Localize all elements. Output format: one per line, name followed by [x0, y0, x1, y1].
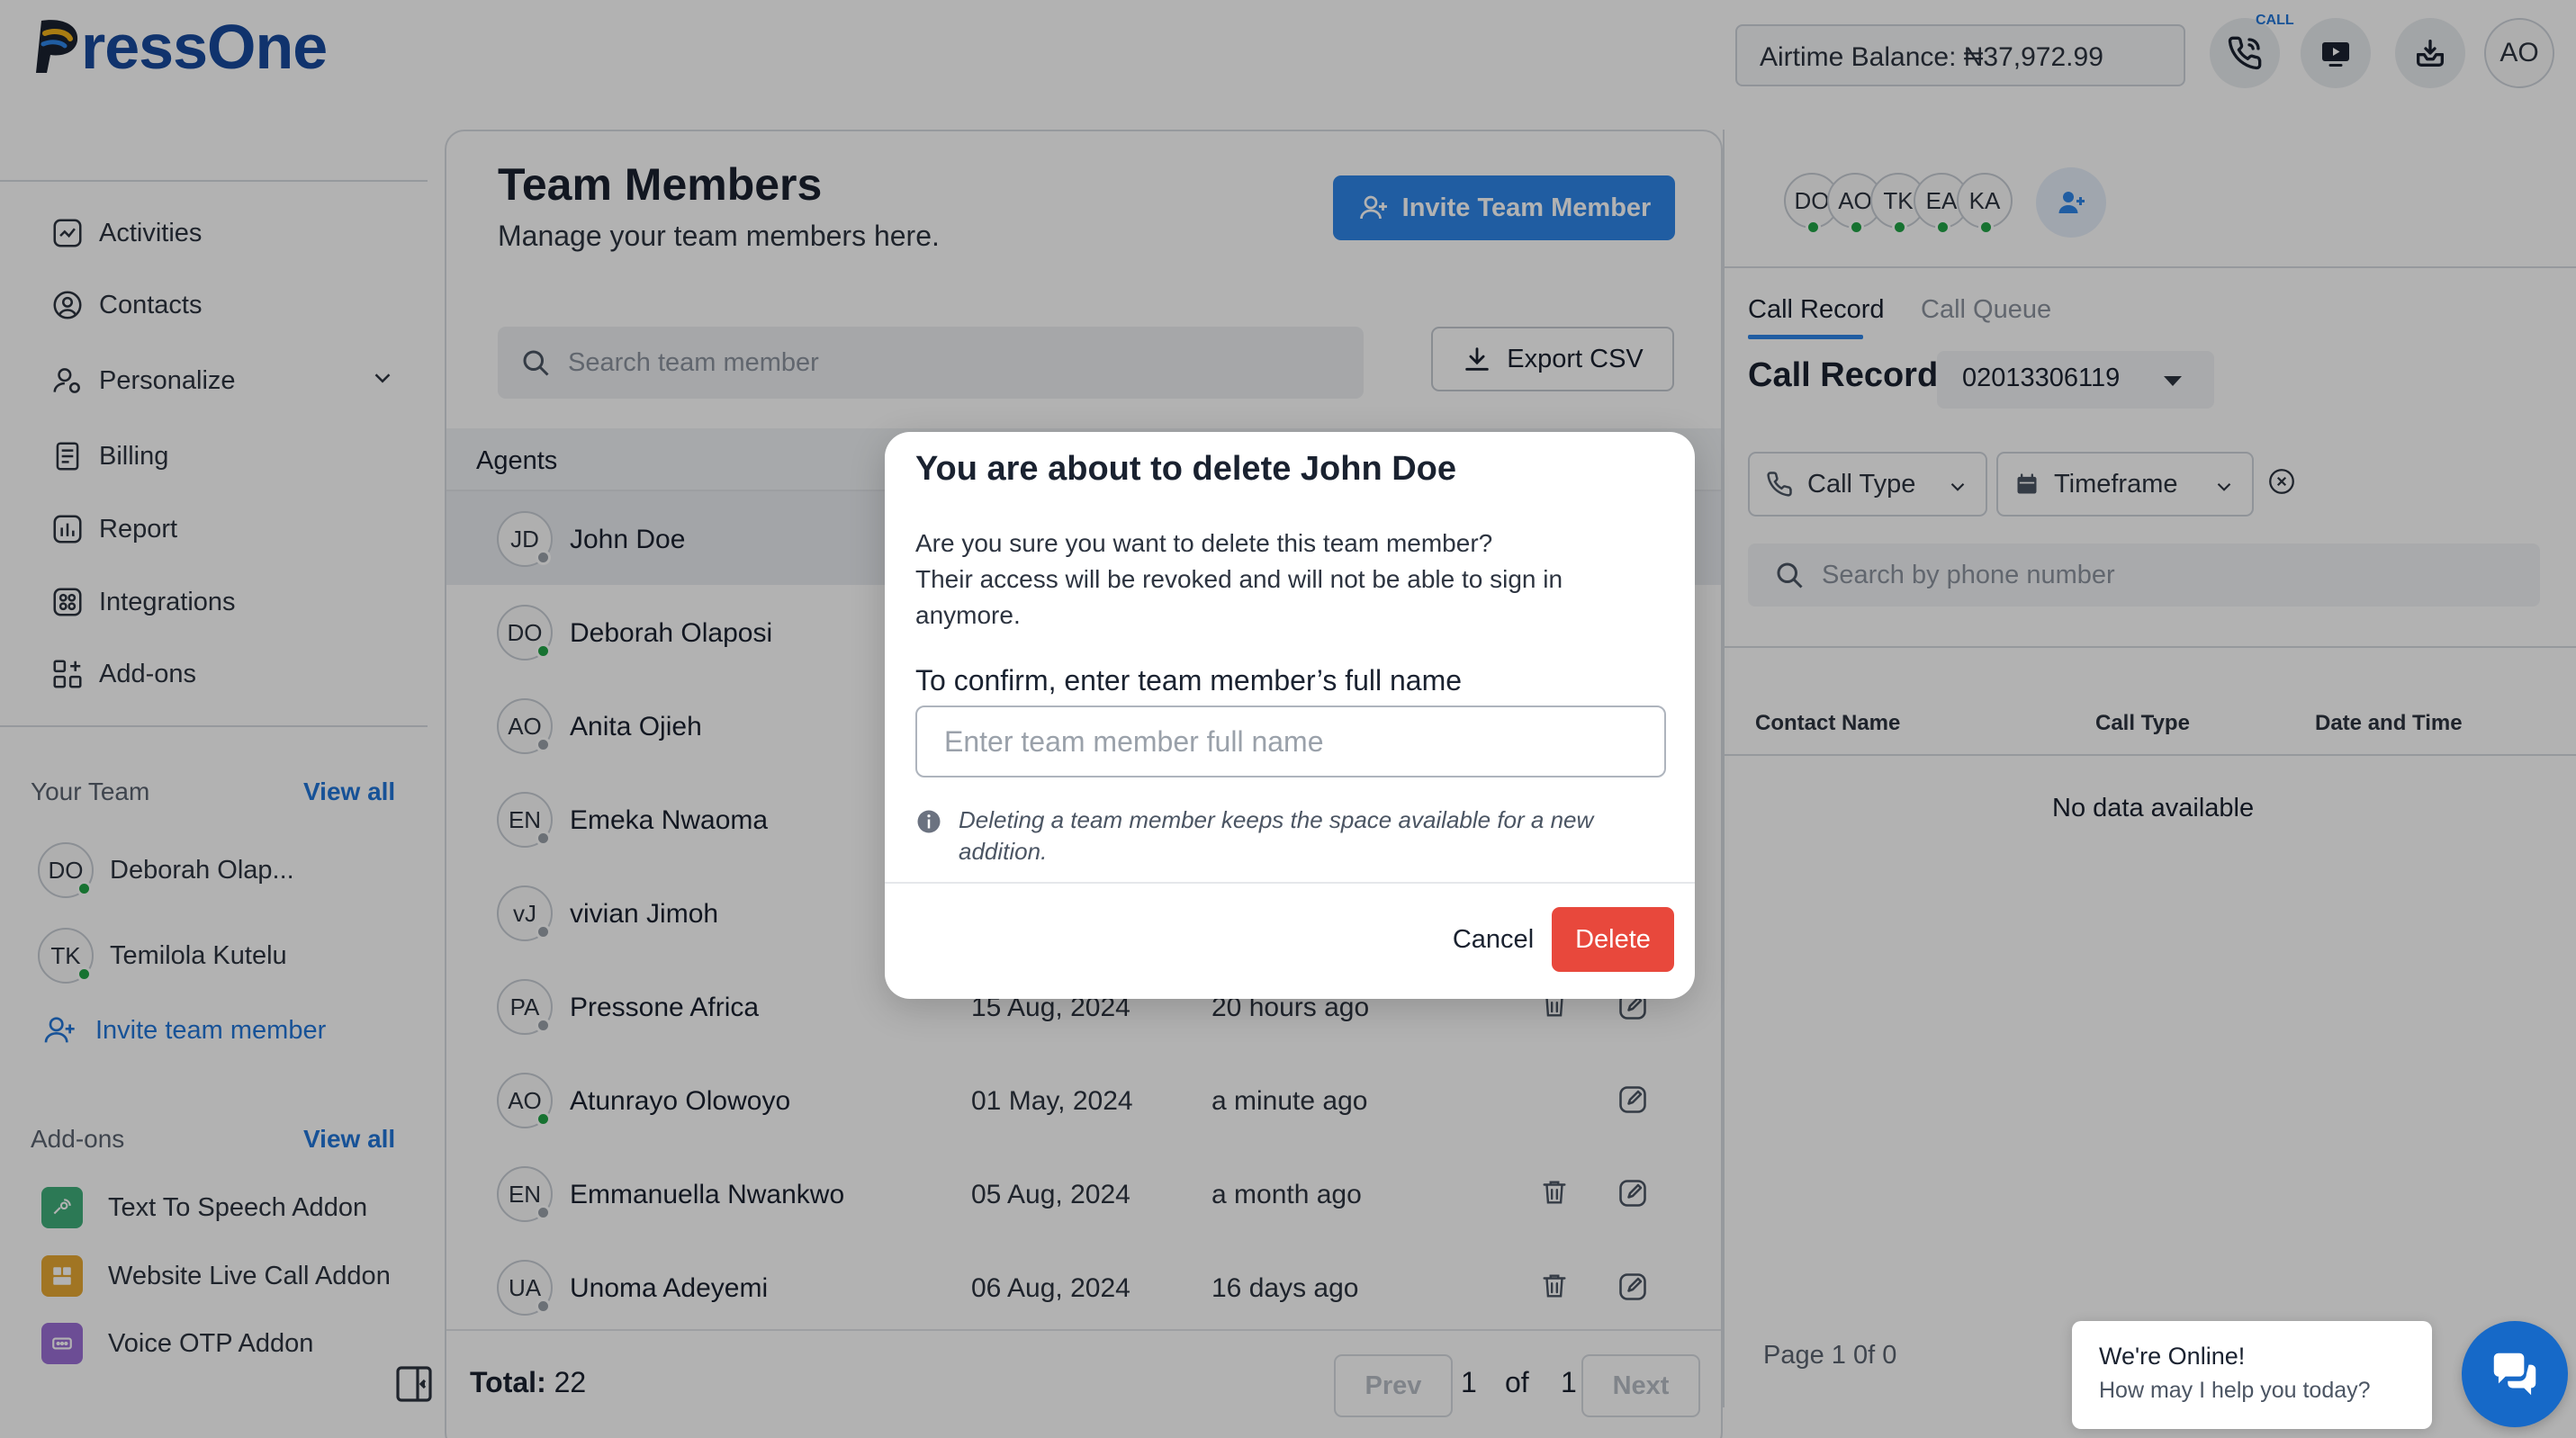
- dialog-message: Are you sure you want to delete this tea…: [915, 526, 1662, 634]
- chat-subtitle: How may I help you today?: [2099, 1378, 2371, 1403]
- dialog-message-line: Their access will be revoked and will no…: [915, 565, 1563, 629]
- info-icon: [917, 810, 941, 833]
- chat-title: We're Online!: [2099, 1343, 2246, 1370]
- confirm-name-input[interactable]: [915, 706, 1666, 777]
- confirm-name-label: To confirm, enter team member’s full nam…: [915, 664, 1463, 697]
- dialog-title: You are about to delete John Doe: [915, 450, 1457, 488]
- dialog-divider: [885, 882, 1695, 884]
- dialog-note: Deleting a team member keeps the space a…: [915, 804, 1662, 867]
- delete-button[interactable]: Delete: [1552, 907, 1674, 972]
- cancel-button[interactable]: Cancel: [1430, 907, 1556, 972]
- chat-launcher-button[interactable]: [2462, 1321, 2568, 1427]
- dialog-message-line: Are you sure you want to delete this tea…: [915, 529, 1493, 557]
- delete-member-dialog: You are about to delete John Doe Are you…: [885, 432, 1695, 999]
- chat-icon: [2493, 1353, 2536, 1396]
- chat-greeting-bubble[interactable]: We're Online! How may I help you today?: [2072, 1321, 2432, 1429]
- dialog-note-text: Deleting a team member keeps the space a…: [959, 806, 1594, 865]
